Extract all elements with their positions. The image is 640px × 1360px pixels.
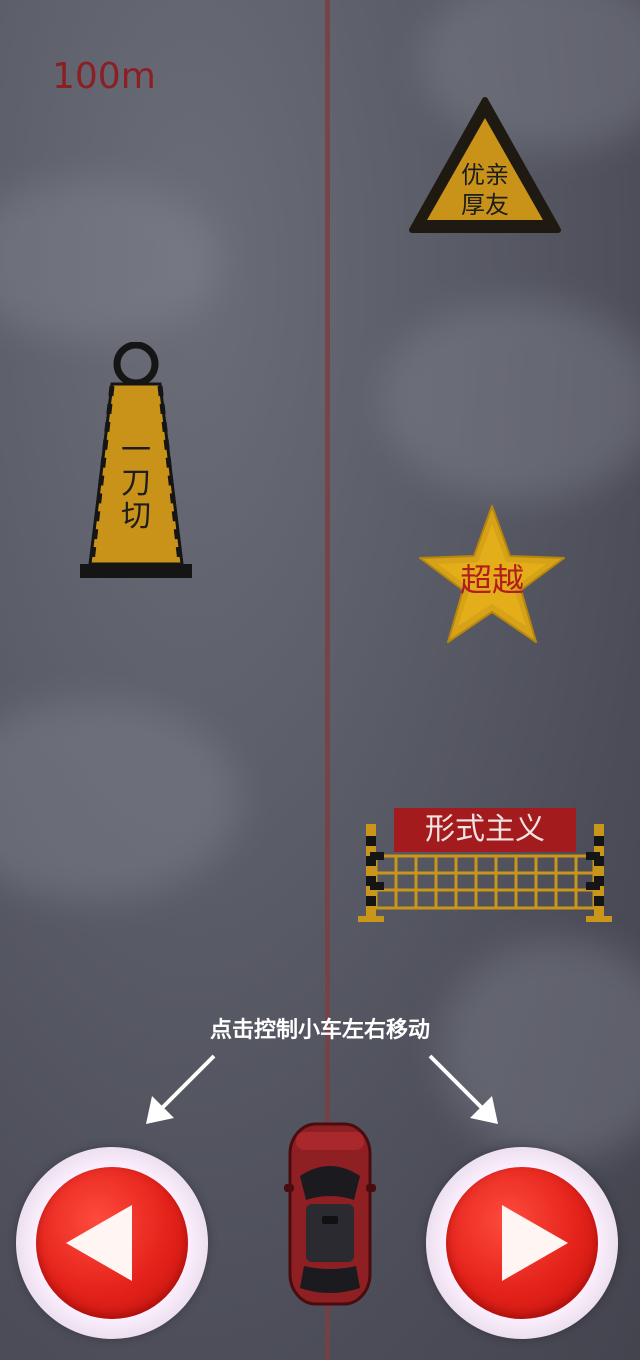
arrow-down-right-icon [428,1054,498,1124]
right-triangle-icon [502,1205,568,1281]
cone-char-1: 一 [121,433,151,468]
move-right-button[interactable] [426,1147,618,1339]
barrier-label: 形式主义 [425,812,545,847]
distance-counter: 100m [52,56,156,97]
cone-char-2: 刀 [121,466,151,501]
star-bonus: 超越 [418,504,566,644]
cone-char-3: 切 [121,499,151,534]
left-triangle-icon [66,1205,132,1281]
move-left-button-face[interactable] [36,1167,188,1319]
player-car [284,1122,376,1306]
traffic-cone-obstacle: 一 刀 切 [80,341,192,580]
move-left-button[interactable] [16,1147,208,1339]
warning-sign-line1: 优亲 [461,161,509,189]
warning-sign-obstacle: 优亲 厚友 [408,96,562,234]
move-right-button-face[interactable] [446,1167,598,1319]
arrow-down-left-icon [146,1054,216,1124]
star-label: 超越 [459,561,524,599]
warning-sign-line2: 厚友 [461,191,509,219]
control-hint-text: 点击控制小车左右移动 [209,1018,430,1043]
barrier-obstacle: 形式主义 [356,806,614,926]
